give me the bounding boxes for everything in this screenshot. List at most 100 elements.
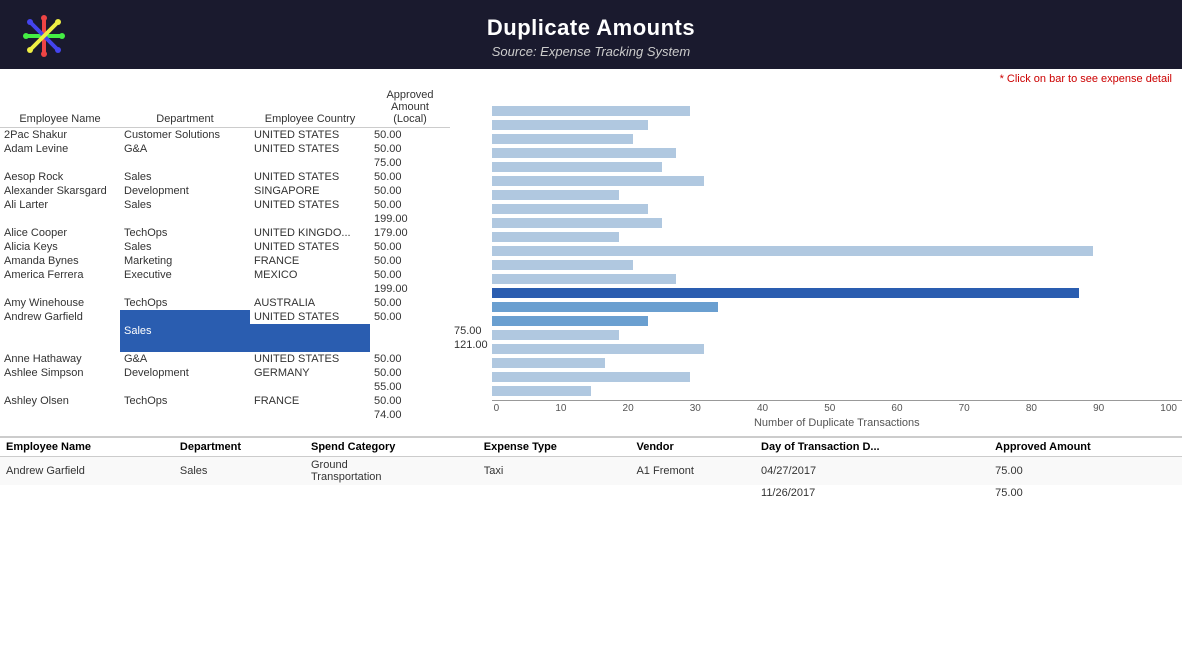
bar-row[interactable] [492, 314, 1182, 328]
col-header-country: Employee Country [250, 87, 370, 128]
amount-cell: 199.00 [370, 212, 450, 226]
bar-row[interactable] [492, 230, 1182, 244]
dept-cell[interactable] [120, 380, 250, 394]
bar-row[interactable] [492, 146, 1182, 160]
xaxis: 0 10 20 30 40 50 60 70 80 90 100 Number … [492, 400, 1182, 432]
page-title: Duplicate Amounts [0, 15, 1182, 41]
detail-col-employee: Employee Name [0, 438, 174, 457]
detail-cell-amount: 75.00 [989, 485, 1182, 501]
dept-cell[interactable]: Development [120, 184, 250, 198]
employee-name: Ali Larter [0, 198, 120, 212]
xaxis-labels: 0 10 20 30 40 50 60 70 80 90 100 [492, 401, 1182, 414]
employee-name: Alice Cooper [0, 226, 120, 240]
amount-cell: 50.00 [370, 254, 450, 268]
bar-row[interactable] [492, 202, 1182, 216]
bar-row[interactable] [492, 342, 1182, 356]
country-cell: UNITED KINGDO... [250, 226, 370, 240]
bar-row[interactable] [492, 384, 1182, 398]
bar-row[interactable] [492, 216, 1182, 230]
dept-cell[interactable] [250, 324, 370, 338]
detail-cell-employee: Andrew Garfield [0, 457, 174, 486]
bar-row[interactable] [492, 132, 1182, 146]
amount-cell: 50.00 [370, 240, 450, 254]
employee-name: Ashley Olsen [0, 394, 120, 408]
country-cell: AUSTRALIA [250, 296, 370, 310]
detail-cell-vendor [630, 485, 755, 501]
country-cell [370, 338, 450, 352]
dept-cell[interactable] [120, 282, 250, 296]
amount-cell: 179.00 [370, 226, 450, 240]
bar-row[interactable] [492, 244, 1182, 258]
dept-cell[interactable]: Executive [120, 268, 250, 282]
employee-name: Adam Levine [0, 142, 120, 156]
bar [492, 148, 676, 158]
dept-cell[interactable] [250, 338, 370, 352]
employee-name [0, 324, 120, 338]
dept-cell[interactable]: Customer Solutions [120, 128, 250, 143]
bar-row[interactable] [492, 188, 1182, 202]
detail-cell-expense_type [478, 485, 631, 501]
bar-row[interactable] [492, 300, 1182, 314]
detail-row: 11/26/201775.00 [0, 485, 1182, 501]
bar [492, 218, 662, 228]
detail-col-amount: Approved Amount [989, 438, 1182, 457]
employee-name [0, 156, 120, 170]
dept-cell[interactable]: Sales [120, 240, 250, 254]
employee-name: Amanda Bynes [0, 254, 120, 268]
detail-cell-amount: 75.00 [989, 457, 1182, 486]
detail-col-expense: Expense Type [478, 438, 631, 457]
dept-cell[interactable]: Development [120, 366, 250, 380]
bar-row[interactable] [492, 174, 1182, 188]
detail-table: Employee Name Department Spend Category … [0, 438, 1182, 501]
bar [492, 372, 690, 382]
amount-cell: 55.00 [370, 380, 450, 394]
bar [492, 232, 619, 242]
bar-row[interactable] [492, 272, 1182, 286]
amount-cell: 50.00 [370, 394, 450, 408]
bar-row[interactable] [492, 328, 1182, 342]
dept-cell[interactable] [120, 156, 250, 170]
amount-cell: 50.00 [370, 366, 450, 380]
dept-cell[interactable]: Sales [120, 198, 250, 212]
detail-col-category: Spend Category [305, 438, 478, 457]
bar-row[interactable] [492, 356, 1182, 370]
employee-name: America Ferrera [0, 268, 120, 282]
bar-row[interactable] [492, 104, 1182, 118]
country-cell: FRANCE [250, 394, 370, 408]
dept-cell[interactable]: G&A [120, 352, 250, 366]
bar [492, 106, 690, 116]
country-cell: UNITED STATES [250, 142, 370, 156]
dept-cell[interactable] [120, 408, 250, 422]
dept-cell[interactable]: Sales [120, 310, 250, 352]
detail-cell-day: 11/26/2017 [755, 485, 989, 501]
amount-cell: 50.00 [370, 184, 450, 198]
detail-cell-category [305, 485, 478, 501]
amount-cell: 50.00 [370, 296, 450, 310]
dept-cell[interactable]: Sales [120, 170, 250, 184]
country-cell: UNITED STATES [250, 170, 370, 184]
dept-cell[interactable]: TechOps [120, 394, 250, 408]
page-header: Duplicate Amounts Source: Expense Tracki… [0, 0, 1182, 69]
bar [492, 386, 591, 396]
bar-row[interactable] [492, 160, 1182, 174]
col-header-employee: Employee Name [0, 87, 120, 128]
bar [492, 302, 718, 312]
amount-cell: 50.00 [370, 198, 450, 212]
bar [492, 190, 619, 200]
bar-row[interactable] [492, 370, 1182, 384]
dept-cell[interactable]: G&A [120, 142, 250, 156]
click-hint: * Click on bar to see expense detail [0, 69, 1182, 87]
dept-cell[interactable]: TechOps [120, 226, 250, 240]
dept-cell[interactable] [120, 212, 250, 226]
country-cell: FRANCE [250, 254, 370, 268]
bar-row[interactable] [492, 286, 1182, 300]
amount-cell: 50.00 [370, 268, 450, 282]
dept-cell[interactable]: Marketing [120, 254, 250, 268]
employee-name: Aesop Rock [0, 170, 120, 184]
employee-name: Andrew Garfield [0, 310, 120, 324]
bar [492, 204, 648, 214]
dept-cell[interactable]: TechOps [120, 296, 250, 310]
detail-section: Employee Name Department Spend Category … [0, 436, 1182, 501]
bar-row[interactable] [492, 118, 1182, 132]
bar-row[interactable] [492, 258, 1182, 272]
